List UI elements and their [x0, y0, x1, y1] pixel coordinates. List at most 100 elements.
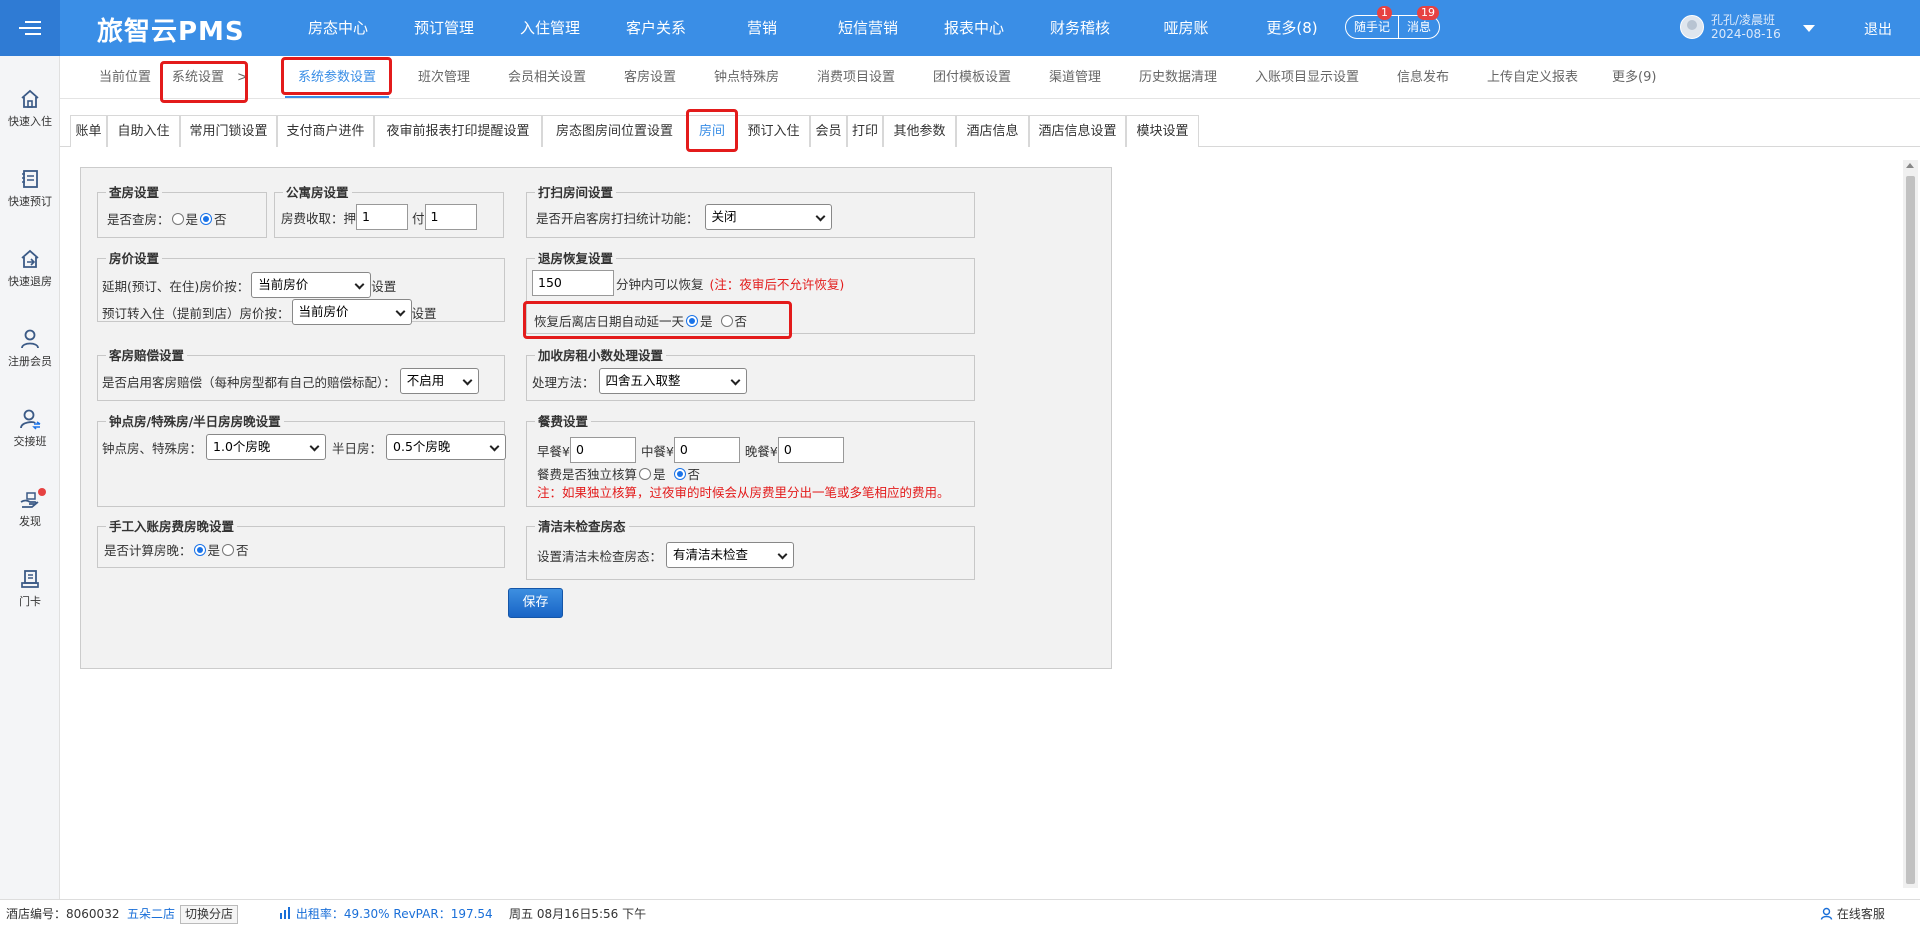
avatar	[1680, 15, 1704, 39]
customer-service-icon	[1820, 907, 1833, 920]
tab-member-settings[interactable]: 会员相关设置	[508, 56, 586, 98]
tab-room-settings[interactable]: 客房设置	[624, 56, 676, 98]
breakfast-input[interactable]: 0	[569, 437, 636, 463]
nav-more[interactable]: 更多(8)	[1244, 0, 1340, 56]
meal-note: 注：如果独立核算，过夜审的时候会从房费里分出一笔或多笔相应的费用。	[537, 485, 950, 500]
uninspected-select[interactable]: 有清洁未检查	[666, 542, 795, 568]
sidebar-item-register-member[interactable]: 注册会员	[0, 328, 60, 369]
tab-group-template[interactable]: 团付模板设置	[933, 56, 1011, 98]
early-arrival-price-select[interactable]: 当前房价	[291, 299, 412, 325]
breadcrumb-prefix: 当前位置	[99, 70, 152, 85]
user-date: 2024-08-16	[1711, 27, 1781, 41]
nav-checkin[interactable]: 入住管理	[502, 0, 598, 56]
nav-dummy-account[interactable]: 哑房账	[1138, 0, 1234, 56]
sidebar-item-quick-reserve[interactable]: 快速预订	[0, 168, 60, 209]
hourly-nights-select[interactable]: 1.0个房晚	[206, 434, 327, 460]
settings-panel: 查房设置 是否查房： 是 否 公寓房设置 房费收取：押 1 付 1 打扫房间设置…	[80, 167, 1112, 669]
branch-link[interactable]: 五朵二店	[127, 900, 175, 929]
subtab-member[interactable]: 会员	[810, 115, 847, 147]
scrollbar-thumb[interactable]	[1906, 176, 1915, 884]
price-row-2: 预订转入住（提前到店）房价按： 当前房价 设置	[102, 299, 437, 325]
sidebar-item-shift-handover[interactable]: 交接班	[0, 408, 60, 449]
subtab-self-checkin[interactable]: 自助入住	[107, 115, 180, 147]
tab-channel-manage[interactable]: 渠道管理	[1049, 56, 1101, 98]
decimal-select[interactable]: 四舍五入取整	[598, 368, 747, 394]
highlight-breadcrumb	[160, 61, 248, 103]
subtab-module-settings[interactable]: 模块设置	[1126, 115, 1199, 147]
switch-branch-button[interactable]: 切换分店	[180, 905, 239, 924]
sidebar-item-discover[interactable]: 发现	[0, 488, 60, 529]
user-menu[interactable]: 孔孔/凌晨班 2024-08-16	[1680, 13, 1781, 41]
nav-reports[interactable]: 报表中心	[926, 0, 1022, 56]
extend-price-select[interactable]: 当前房价	[251, 272, 372, 298]
tab-more[interactable]: 更多(9)	[1612, 56, 1656, 98]
tab-info-publish[interactable]: 信息发布	[1397, 56, 1449, 98]
uninspected-row: 设置清洁未检查房态： 有清洁未检查	[537, 542, 795, 568]
card-icon	[21, 570, 39, 588]
meal-separate-no-radio[interactable]	[673, 467, 686, 480]
subtab-other-params[interactable]: 其他参数	[883, 115, 956, 147]
highlight-system-params-tab	[281, 57, 392, 95]
subtab-door-lock[interactable]: 常用门锁设置	[180, 115, 277, 147]
meal-separate-yes-radio[interactable]	[639, 467, 652, 480]
save-button[interactable]: 保存	[508, 588, 563, 618]
scroll-up-arrow-icon[interactable]	[1906, 163, 1914, 168]
restore-minutes-input[interactable]: 150	[532, 270, 614, 296]
tab-posting-display[interactable]: 入账项目显示设置	[1255, 56, 1359, 98]
pay-input[interactable]: 1	[424, 204, 477, 230]
compensation-select[interactable]: 不启用	[399, 368, 479, 394]
subtab-print[interactable]: 打印	[847, 115, 883, 147]
check-room-no-radio[interactable]	[200, 212, 213, 225]
group-title: 客房赔偿设置	[106, 348, 188, 363]
apartment-row: 房费收取：押 1 付 1	[281, 204, 477, 230]
tab-consumption-items[interactable]: 消费项目设置	[817, 56, 895, 98]
dinner-input[interactable]: 0	[777, 437, 844, 463]
exit-home-icon	[21, 249, 39, 268]
subtab-reserve-checkin[interactable]: 预订入住	[737, 115, 810, 147]
subtab-room-layout[interactable]: 房态图房间位置设置	[542, 115, 687, 147]
menu-toggle-button[interactable]	[0, 0, 60, 56]
group-title: 钟点房/特殊房/半日房房晚设置	[106, 414, 284, 429]
restore-note: (注：夜审后不允许恢复)	[709, 276, 845, 292]
chevron-down-icon[interactable]	[1803, 25, 1815, 32]
tab-upload-report[interactable]: 上传自定义报表	[1487, 56, 1578, 98]
group-title: 餐费设置	[535, 414, 592, 429]
top-bar: 旅智云PMS 房态中心 预订管理 入住管理 客户关系 营销 短信营销 报表中心 …	[0, 0, 1920, 56]
check-room-yes-radio[interactable]	[171, 212, 184, 225]
tab-shift-manage[interactable]: 班次管理	[418, 56, 470, 98]
bar-chart-icon	[280, 907, 290, 919]
sidebar-item-quick-checkin[interactable]: 快速入住	[0, 88, 60, 129]
cleaning-select[interactable]: 关闭	[704, 204, 832, 230]
nav-reservation[interactable]: 预订管理	[396, 0, 492, 56]
half-day-nights-select[interactable]: 0.5个房晚	[386, 434, 507, 460]
subtab-hotel-info[interactable]: 酒店信息	[956, 115, 1029, 147]
subtab-night-audit-print[interactable]: 夜审前报表打印提醒设置	[374, 115, 542, 147]
subtab-hotel-info-settings[interactable]: 酒店信息设置	[1029, 115, 1126, 147]
nav-sms-marketing[interactable]: 短信营销	[820, 0, 916, 56]
tab-hourly-room[interactable]: 钟点特殊房	[714, 56, 779, 98]
nav-crm[interactable]: 客户关系	[608, 0, 704, 56]
tab-history-cleanup[interactable]: 历史数据清理	[1139, 56, 1217, 98]
nav-marketing[interactable]: 营销	[714, 0, 810, 56]
group-title: 手工入账房费房晚设置	[106, 519, 238, 534]
sidebar-item-quick-checkout[interactable]: 快速退房	[0, 248, 60, 289]
memo-button[interactable]: 随手记 1	[1346, 6, 1398, 38]
deposit-input[interactable]: 1	[356, 204, 409, 230]
scrollbar[interactable]	[1903, 160, 1918, 888]
manual-yes-radio[interactable]	[193, 543, 206, 556]
message-button[interactable]: 消息 19	[1398, 6, 1440, 38]
highlight-extend-date	[523, 301, 792, 339]
online-service-button[interactable]: 在线客服	[1820, 900, 1885, 929]
meal-row: 早餐¥ 0 中餐¥ 0 晚餐¥ 0	[537, 437, 844, 463]
nav-room-status[interactable]: 房态中心	[290, 0, 386, 56]
subtab-bill[interactable]: 账单	[70, 115, 107, 147]
sidebar-item-room-card[interactable]: 门卡	[0, 568, 60, 609]
subtab-payment-merchant[interactable]: 支付商户进件	[277, 115, 374, 147]
nav-audit[interactable]: 财务稽核	[1032, 0, 1128, 56]
manual-no-radio[interactable]	[222, 543, 235, 556]
meal-separate-row: 餐费是否独立核算 是 否	[537, 467, 701, 482]
notebook-icon	[22, 170, 38, 188]
price-row-1: 延期(预订、在住)房价按： 当前房价 设置	[102, 272, 396, 298]
lunch-input[interactable]: 0	[673, 437, 740, 463]
logout-button[interactable]: 退出	[1864, 19, 1892, 39]
